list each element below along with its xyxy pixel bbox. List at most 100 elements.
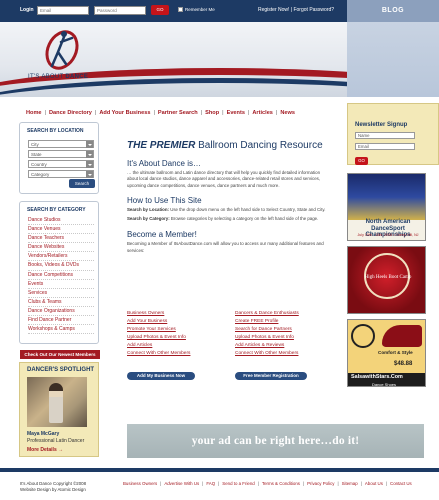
ad-banner[interactable]: your ad can be right here…do it! (127, 424, 424, 458)
member-link[interactable]: Business Owners (127, 310, 190, 318)
footer-links: Business Owners | Advertise With Us | FAQ |… (123, 481, 412, 486)
remember-me[interactable]: Remember Me (178, 7, 215, 12)
logo-text-pre: IT'S ABOUT (28, 74, 66, 80)
member-link[interactable]: Dancers & Dance Enthusiasts (235, 310, 299, 318)
footer-link[interactable]: Terms & Conditions (262, 481, 300, 486)
category-link[interactable]: Events (28, 280, 94, 289)
location-search-title: SEARCH BY LOCATION (27, 128, 84, 134)
footer-link[interactable]: About Us (365, 481, 383, 486)
member-link[interactable]: Add Articles (127, 342, 190, 350)
member-link[interactable]: Upload Photos & Event Info (127, 334, 190, 342)
nav-separator: | (247, 110, 250, 116)
dance-shoe-icon (382, 325, 422, 347)
member-link[interactable]: Upload Photos & Event Info (235, 334, 299, 342)
category-select-value: Category (31, 172, 50, 177)
ad-banner-text: your ad can be right here…do it! (191, 435, 360, 447)
logo-text-bold: DANCE (65, 74, 89, 80)
category-link[interactable]: Workshops & Camps (28, 325, 94, 335)
remember-me-checkbox[interactable] (178, 7, 183, 12)
state-select[interactable]: State (28, 150, 94, 158)
member-link[interactable]: Connect With Other Members (235, 350, 299, 358)
nav-events[interactable]: Events (227, 110, 245, 116)
ad-dancesport-championships[interactable]: North American DanceSport Championships … (347, 173, 426, 241)
free-registration-button[interactable]: Free Member Registration (235, 372, 307, 380)
category-link[interactable]: Dance Organizations (28, 307, 94, 317)
footer-link[interactable]: Advertise With Us (164, 481, 199, 486)
ad3-sub: Dance Shoes (372, 382, 397, 387)
how-to-heading: How to Use This Site (127, 195, 202, 205)
member-link[interactable]: Promote Your Services (127, 326, 190, 334)
how-to-location-text: Use the drop down menu on the left hand … (168, 206, 326, 212)
category-link[interactable]: Dance Competitions (28, 271, 94, 280)
member-link[interactable]: Add Articles & Reviews (235, 342, 299, 350)
category-link[interactable]: Dance Studios (28, 216, 94, 226)
footer-link[interactable]: FAQ (206, 481, 215, 486)
category-link[interactable]: Dance Websites (28, 243, 94, 253)
spotlight-photo[interactable] (27, 377, 87, 427)
ad3-site: SalsawithStars.Com (351, 374, 403, 380)
nav-add-business[interactable]: Add Your Business (99, 110, 150, 116)
footer-copyright: It's About Dance Copyright ©2008 Website… (20, 481, 86, 493)
newsletter-email-input[interactable]: Email (355, 143, 415, 150)
footer-link[interactable]: Send to a Friend (222, 481, 254, 486)
category-link[interactable]: Vendors/Retailers (28, 252, 94, 262)
headline-rest: Ballroom Dancing Resource (195, 140, 323, 151)
footer-link[interactable]: Privacy Policy (307, 481, 334, 486)
category-search-title: SEARCH BY CATEGORY (27, 207, 86, 213)
spotlight-title: DANCER'S SPOTLIGHT (27, 367, 95, 373)
ad-high-heels-boot-camp[interactable]: High Heels Boot Camp (347, 246, 426, 314)
newsletter-title: Newsletter Signup (355, 122, 408, 128)
nav-shop[interactable]: Shop (205, 110, 219, 116)
header-right-panel (347, 22, 439, 97)
newsletter-go-button[interactable]: GO (355, 157, 368, 165)
category-link[interactable]: Dance Teachers (28, 234, 94, 244)
newsletter-signup: Newsletter Signup Name Email GO (347, 103, 439, 165)
nav-dance-directory[interactable]: Dance Directory (49, 110, 92, 116)
how-to-location-label: Search by Location: (127, 206, 169, 212)
category-link[interactable]: Services (28, 289, 94, 298)
chevron-down-icon (86, 171, 93, 178)
category-link[interactable]: Clubs & Teams (28, 298, 94, 307)
member-links-right: Dancers & Dance Enthusiasts Create FREE … (235, 310, 299, 358)
nav-separator: | (153, 110, 155, 116)
how-to-location: Search by Location: Use the drop down me… (127, 207, 332, 213)
chevron-down-icon (86, 141, 93, 148)
footer-separator: | (218, 481, 220, 486)
member-link[interactable]: Search for Dance Partners (235, 326, 299, 334)
category-link[interactable]: Dance Venues (28, 225, 94, 235)
blog-tab[interactable]: BLOG (347, 0, 439, 22)
add-business-button[interactable]: Add My Business Now (127, 372, 195, 380)
nav-news[interactable]: News (280, 110, 295, 116)
design-credit[interactable]: Website Design by Atomic Design (20, 487, 86, 493)
login-go-button[interactable]: GO (151, 5, 169, 15)
ad-salsa-with-stars[interactable]: Comfort & Style $48.88 SalsawithStars.Co… (347, 319, 426, 387)
footer-link[interactable]: Sitemap (342, 481, 358, 486)
category-link[interactable]: Books, Videos & DVDs (28, 261, 94, 271)
login-password-input[interactable] (94, 6, 146, 15)
newest-members-button[interactable]: Check Out Our Newest Members (20, 350, 100, 359)
login-label: Login (20, 7, 34, 13)
nav-separator: | (44, 110, 46, 116)
country-select[interactable]: Country (28, 160, 94, 168)
login-email-input[interactable] (37, 6, 89, 15)
member-link[interactable]: Connect With Other Members (127, 350, 190, 358)
country-select-value: Country (31, 162, 47, 167)
city-select[interactable]: City (28, 140, 94, 148)
how-to-category: Search by Category: Browse categories by… (127, 216, 332, 222)
category-link[interactable]: Find Dance Partner (28, 316, 94, 326)
member-link[interactable]: Add Your Business (127, 318, 190, 326)
nav-partner-search[interactable]: Partner Search (158, 110, 198, 116)
spotlight-more-link[interactable]: More Details → (27, 447, 63, 453)
location-search-button[interactable]: Search (69, 179, 95, 188)
footer-separator: | (302, 481, 305, 486)
footer-link[interactable]: Business Owners (123, 481, 157, 486)
nav-articles[interactable]: Articles (252, 110, 273, 116)
footer-link[interactable]: Contact Us (390, 481, 412, 486)
dancer-spotlight: DANCER'S SPOTLIGHT Maya McGary Professio… (19, 362, 99, 457)
nav-home[interactable]: Home (26, 110, 42, 116)
category-select[interactable]: Category (28, 170, 94, 178)
newsletter-name-input[interactable]: Name (355, 132, 415, 139)
category-search-box: SEARCH BY CATEGORY Dance Studios Dance V… (19, 201, 99, 344)
register-forgot-link[interactable]: Register Now! | Forgot Password? (258, 7, 334, 13)
member-link[interactable]: Create FREE Profile (235, 318, 299, 326)
